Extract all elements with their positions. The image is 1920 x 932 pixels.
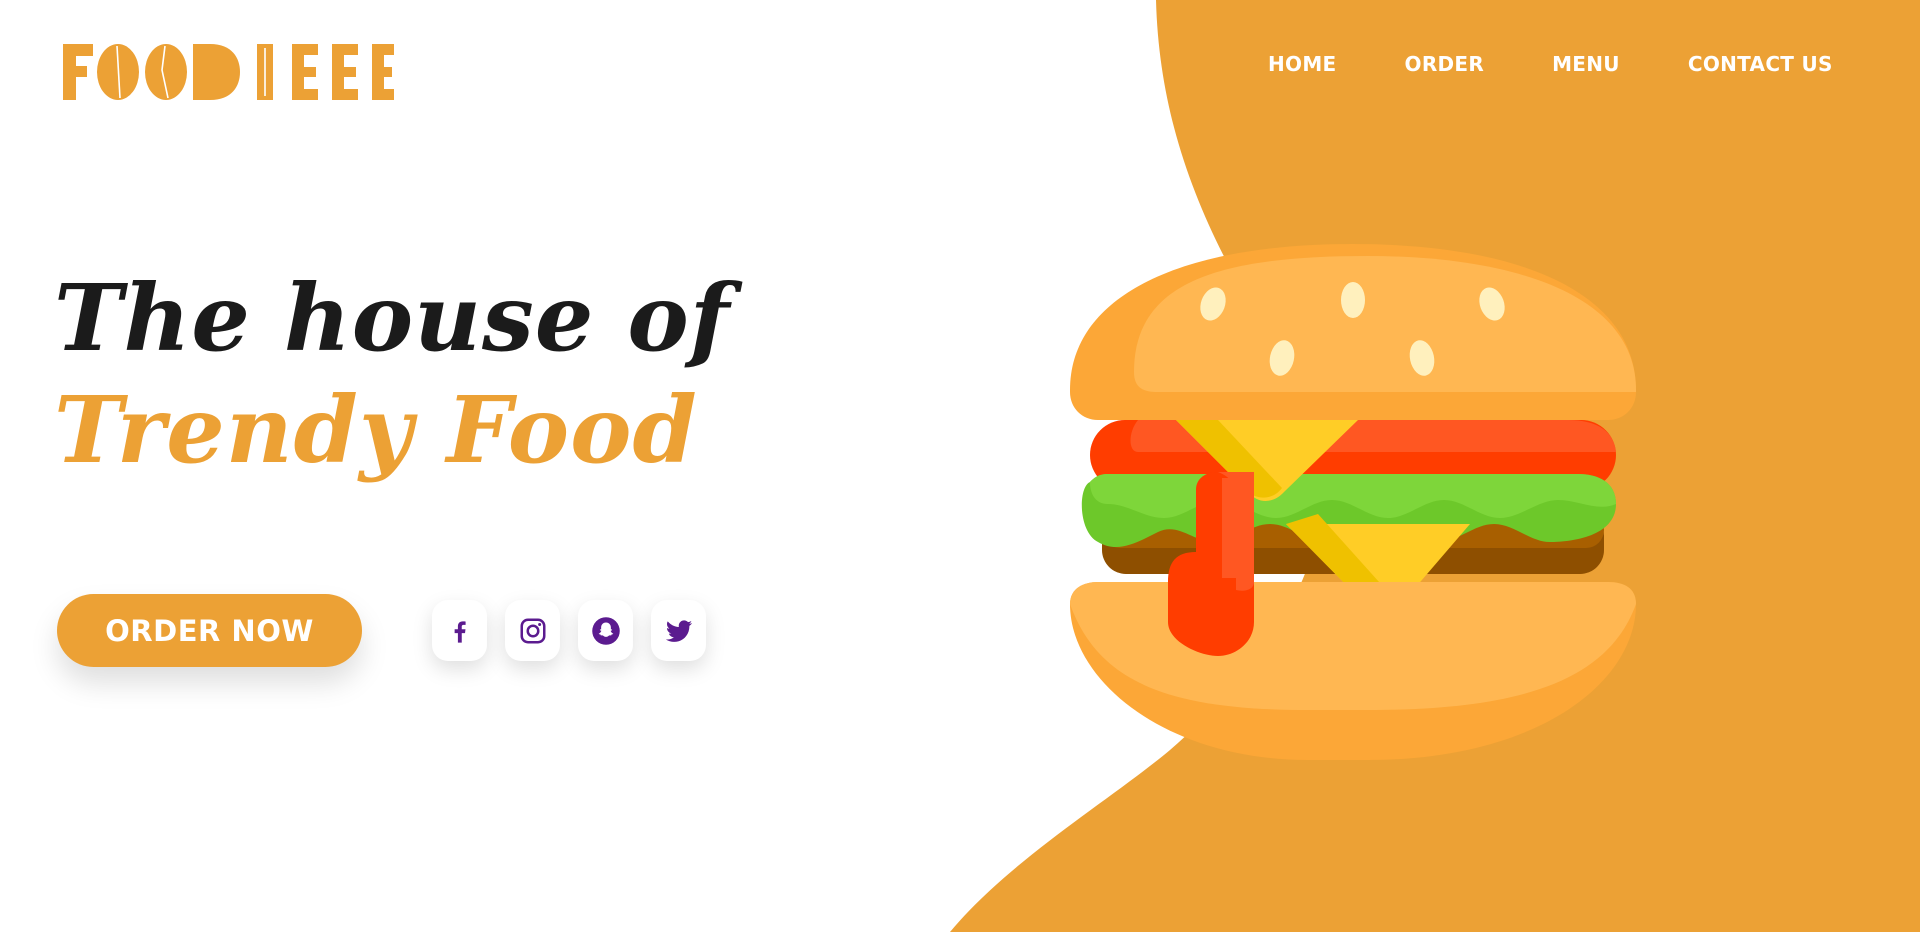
nav-order[interactable]: ORDER: [1405, 52, 1485, 76]
snapchat-link[interactable]: [578, 600, 633, 661]
twitter-link[interactable]: [651, 600, 706, 661]
nav-menu[interactable]: MENU: [1552, 52, 1620, 76]
twitter-icon: [665, 619, 692, 642]
instagram-icon: [520, 618, 545, 643]
hero-line-2: Trendy Food: [54, 376, 698, 484]
snapchat-icon: [591, 616, 620, 645]
nav-home[interactable]: HOME: [1268, 52, 1337, 76]
social-links: [432, 600, 706, 661]
facebook-icon: [454, 620, 466, 643]
order-now-button[interactable]: ORDER NOW: [57, 594, 362, 667]
hero-line-1: The house of: [54, 264, 731, 372]
brand-logo[interactable]: [60, 40, 396, 108]
main-nav: HOME ORDER MENU CONTACT US: [1268, 52, 1833, 76]
foodieee-logo-mark: [63, 44, 394, 100]
hero-headline: The house of Trendy Food: [54, 262, 730, 486]
burger-illustration: [1070, 244, 1636, 760]
instagram-link[interactable]: [505, 600, 560, 661]
nav-contact-us[interactable]: CONTACT US: [1688, 52, 1833, 76]
facebook-link[interactable]: [432, 600, 487, 661]
